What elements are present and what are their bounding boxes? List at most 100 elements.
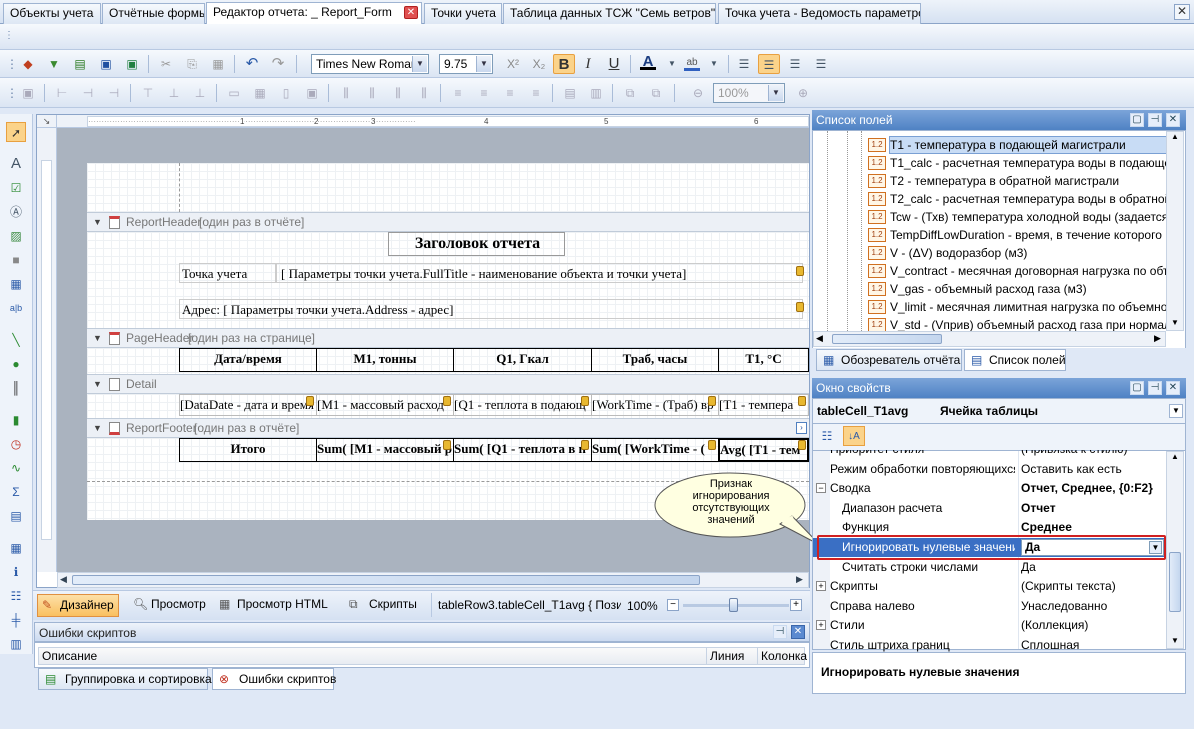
hspace-equal-icon[interactable]: ⫼ [338, 85, 354, 101]
align-centers-icon[interactable]: ⊣ [80, 85, 96, 101]
chevron-down-icon[interactable]: ▼ [664, 56, 680, 72]
tab-report-forms[interactable]: Отчётные формы [102, 3, 205, 24]
zoom-out-button[interactable]: − [667, 599, 679, 611]
property-value[interactable]: Отчет, Среднее, {0:F2} [1021, 479, 1166, 498]
hspace-increase-icon[interactable]: ⫼ [364, 85, 380, 101]
field-list-item[interactable]: T2_calc - расчетная температура воды в о… [890, 190, 1166, 208]
collapse-icon[interactable]: ▼ [93, 329, 102, 347]
point-label[interactable]: Точка учета [179, 263, 276, 283]
collapse-icon[interactable]: ▼ [93, 419, 102, 437]
font-color-button[interactable]: A [640, 54, 656, 70]
column-header[interactable]: Q1, Гкал [453, 348, 592, 372]
preview-tab[interactable]: 🔍︎ Просмотр [133, 594, 206, 617]
line-tool-icon[interactable]: ╲ [8, 332, 24, 348]
property-row[interactable]: Считать строки числами Да [813, 558, 1166, 577]
field-list-item[interactable]: T1 - температура в подающей магистрали [890, 136, 1166, 154]
redo-icon[interactable]: ↷ [270, 56, 286, 72]
collapse-icon[interactable]: ▼ [93, 375, 102, 393]
crossband-box-tool-icon[interactable]: ▥ [8, 636, 24, 652]
align-left-icon[interactable]: ☰ [736, 56, 752, 72]
same-width-icon[interactable]: ▭ [226, 85, 242, 101]
crosstab-tool-icon[interactable]: ▦ [8, 540, 24, 556]
align-tops-icon[interactable]: ⊤ [140, 85, 156, 101]
scroll-right-icon[interactable]: ▶ [1154, 333, 1161, 344]
object-selector[interactable]: tableCell_T1avg Ячейка таблицы ▼ [812, 398, 1186, 424]
band-report-header[interactable]: ▼ ReportHeader [один раз в отчёте] [87, 212, 809, 232]
fields-vertical-scrollbar[interactable]: ▲ ▼ [1166, 131, 1184, 331]
toc-tool-icon[interactable]: ☷ [8, 588, 24, 604]
align-bottoms-icon[interactable]: ⊥ [192, 85, 208, 101]
chevron-down-icon[interactable]: ▼ [1169, 404, 1183, 418]
pin-icon[interactable]: ⊣ [1148, 113, 1162, 127]
field-list-item[interactable]: V - (ΔV) водоразбор (м3) [890, 244, 1166, 262]
property-value[interactable]: (Скрипты текста) [1021, 577, 1166, 596]
field-list-item[interactable]: V_gas - объемный расход газа (м3) [890, 280, 1166, 298]
scripts-tab[interactable]: ⧉ Скрипты [349, 594, 417, 617]
scroll-left-icon[interactable]: ◀ [60, 574, 67, 585]
band-report-footer[interactable]: ▼ ReportFooter [один раз в отчёте] › [87, 418, 809, 438]
pointer-icon[interactable]: ➚ [6, 122, 26, 142]
zoom-out-icon[interactable]: ⊖ [690, 85, 706, 101]
close-icon[interactable]: ✕ [791, 625, 805, 639]
copy-icon[interactable]: ⎘ [184, 56, 200, 72]
save-all-icon[interactable]: ▣ [124, 56, 140, 72]
smart-tag-icon[interactable]: › [796, 422, 807, 434]
align-right-icon[interactable]: ☰ [787, 56, 803, 72]
pagebreak-tool-icon[interactable]: ▤ [8, 508, 24, 524]
property-row[interactable]: + Стили (Коллекция) [813, 616, 1166, 635]
properties-vertical-scrollbar[interactable]: ▲ ▼ [1166, 451, 1184, 649]
zoom-select[interactable]: 100% ▼ [713, 83, 785, 103]
scroll-up-icon[interactable]: ▲ [1171, 452, 1179, 461]
footer-cell[interactable]: Итого [179, 438, 317, 462]
richtext-tool-icon[interactable]: Ⓐ [8, 204, 24, 220]
categorized-icon[interactable]: ☷ [819, 428, 835, 444]
center-vertically-icon[interactable]: ▥ [588, 85, 604, 101]
report-title-label[interactable]: Заголовок отчета [388, 232, 565, 256]
new-report-icon[interactable]: ◆ [20, 56, 36, 72]
save-icon[interactable]: ▣ [98, 56, 114, 72]
align-center-icon[interactable]: ☰ [758, 54, 780, 74]
sparkline-tool-icon[interactable]: ∿ [8, 460, 24, 476]
send-to-back-icon[interactable]: ⧉ [648, 85, 664, 101]
underline-button[interactable]: U [606, 56, 622, 72]
size-to-grid-icon[interactable]: ▦ [252, 85, 268, 101]
expand-icon[interactable]: + [816, 620, 826, 631]
detail-cell[interactable]: [WorkTime - (Траб) вр [591, 394, 719, 416]
font-name-select[interactable]: Times New Roman ▼ [311, 54, 429, 74]
align-to-grid-icon[interactable]: ▣ [20, 85, 36, 101]
field-list-item[interactable]: TempDiffLowDuration - время, в течение к… [890, 226, 1166, 244]
field-list-item[interactable]: T1_calc - расчетная температура воды в п… [890, 154, 1166, 172]
same-height-icon[interactable]: ▯ [278, 85, 294, 101]
close-icon[interactable]: ✕ [1166, 381, 1180, 395]
pageinfo-tool-icon[interactable]: ℹ [8, 564, 24, 580]
open-report-icon[interactable]: ▼ [46, 56, 62, 72]
paste-icon[interactable]: ▦ [210, 56, 226, 72]
picture-tool-icon[interactable]: ▨ [8, 228, 24, 244]
close-icon[interactable]: ✕ [1166, 113, 1180, 127]
scroll-thumb[interactable] [1169, 552, 1181, 612]
tab-grouping-sorting[interactable]: ▤ Группировка и сортировка [38, 668, 212, 690]
expand-icon[interactable]: + [816, 581, 826, 592]
field-list-item[interactable]: Tcw - (Тхв) температура холодной воды (з… [890, 208, 1166, 226]
bold-button[interactable]: B [553, 54, 575, 74]
field-list-item[interactable]: T2 - температура в обратной магистрали [890, 172, 1166, 190]
table-tool-icon[interactable]: ▦ [8, 276, 24, 292]
same-size-icon[interactable]: ▣ [304, 85, 320, 101]
property-value[interactable]: Да [1021, 558, 1166, 577]
close-document-button[interactable]: ✕ [1174, 4, 1190, 20]
scroll-thumb[interactable] [72, 575, 700, 585]
column-header[interactable]: Дата/время [179, 348, 317, 372]
property-row[interactable]: − Сводка Отчет, Среднее, {0:F2} [813, 479, 1166, 498]
detail-cell[interactable]: [M1 - массовый расход [316, 394, 454, 416]
italic-button[interactable]: I [580, 56, 596, 72]
open-file-icon[interactable]: ▤ [72, 56, 88, 72]
scroll-down-icon[interactable]: ▼ [1171, 636, 1179, 645]
scroll-down-icon[interactable]: ▼ [1171, 318, 1179, 327]
hspace-remove-icon[interactable]: ⫼ [416, 85, 432, 101]
property-value[interactable]: Унаследованно [1021, 597, 1166, 616]
zoom-slider-thumb[interactable] [729, 598, 738, 612]
highlight-color-button[interactable]: ab [684, 55, 700, 71]
tab-report-editor[interactable]: Редактор отчета: _ Report_Form ✕ [206, 2, 422, 25]
property-row[interactable]: Режим обработки повторяющихся ... Оставит… [813, 460, 1166, 479]
tab-data-table[interactable]: Таблица данных ТСЖ "Семь ветров" - С [503, 3, 716, 24]
